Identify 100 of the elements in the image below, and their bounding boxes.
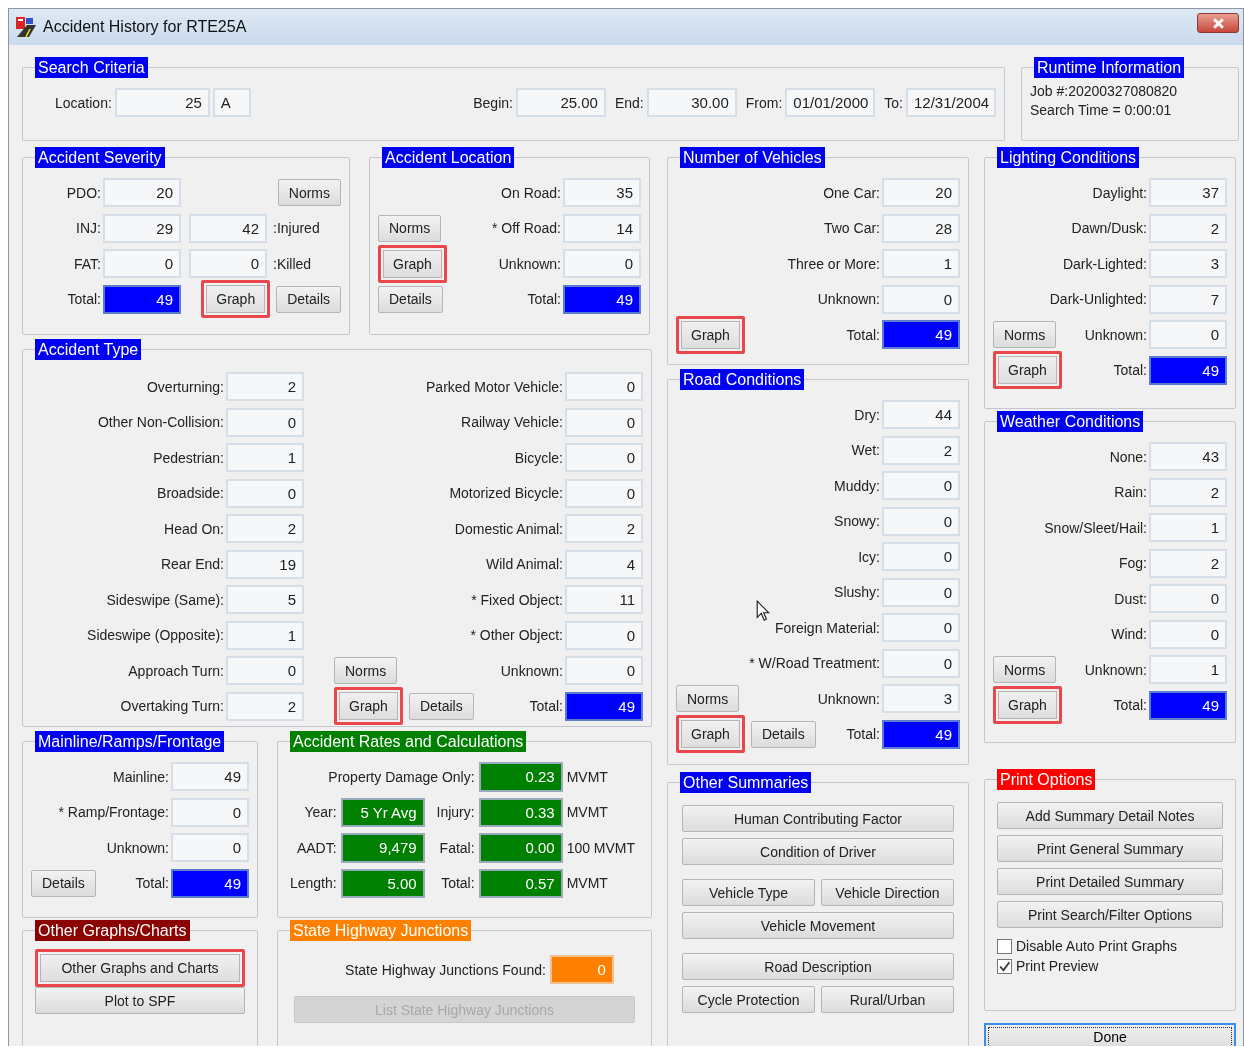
push-button[interactable]: Graph [993, 351, 1062, 390]
field-label: Fatal: [438, 839, 475, 856]
field-label: Unknown: [817, 291, 881, 308]
field-label: Pedestrian: [153, 449, 225, 466]
checkbox-label: Print Preview [1016, 958, 1099, 974]
field-label: * Off Road: [492, 220, 562, 237]
unit-label: MVMT [566, 804, 609, 821]
field-label: Location: [55, 94, 112, 111]
field-label: Head On: [164, 520, 225, 537]
print-button[interactable]: Print Search/Filter Options [997, 901, 1223, 928]
field-label: Motorized Bicycle: [449, 485, 564, 502]
count-field: 2 [1149, 477, 1227, 507]
total-field: 49 [1149, 355, 1227, 385]
push-button[interactable]: Norms [993, 656, 1057, 684]
summary-button[interactable]: Vehicle Direction [821, 879, 954, 906]
push-button[interactable]: Graph [334, 687, 403, 726]
summary-button[interactable]: Human Contributing Factor [682, 805, 954, 832]
field-label: Total: [66, 291, 102, 308]
summary-button[interactable]: Vehicle Movement [682, 912, 954, 939]
count-field: 1 [226, 443, 304, 473]
rate-field: 0.33 [478, 797, 563, 827]
push-button[interactable]: Norms [993, 321, 1057, 349]
count-field: 0 [1149, 320, 1227, 350]
group-title: Accident Type [35, 339, 142, 360]
close-button[interactable] [1197, 13, 1239, 33]
push-button[interactable]: Details [750, 720, 816, 748]
checkbox[interactable]: Print Preview [997, 958, 1223, 974]
count-field: 0 [565, 478, 643, 508]
field-label: Unknown: [498, 255, 562, 272]
count-field: 1 [1149, 513, 1227, 543]
count-field: 0 [226, 478, 304, 508]
field-label: Injury: [435, 804, 475, 821]
count-field: 0 [1149, 619, 1227, 649]
total-field: 49 [1149, 690, 1227, 720]
field-label: Begin: [473, 94, 513, 111]
summary-button[interactable]: Vehicle Type [682, 879, 815, 906]
field-label: Overtaking Turn: [120, 698, 225, 715]
unit-label: MVMT [566, 768, 609, 785]
field-label: Total: [527, 291, 562, 308]
count-field: 35 [563, 178, 641, 208]
push-button[interactable]: Details [276, 285, 341, 313]
field-label: Total: [846, 726, 881, 743]
rate-field: 0.57 [478, 868, 563, 898]
push-button[interactable]: Norms [378, 214, 442, 242]
count-field: 0 [565, 372, 643, 402]
field-label: Broadside: [157, 485, 225, 502]
push-button[interactable]: Norms [676, 685, 740, 713]
group-title: Accident Rates and Calculations [290, 731, 527, 752]
total-field: 49 [565, 691, 643, 721]
push-button[interactable]: Plot to SPF [35, 987, 245, 1014]
count-field: 7 [1149, 284, 1227, 314]
push-button[interactable]: Graph [676, 315, 745, 354]
count-field: 42 [189, 213, 267, 243]
field-label: Unknown: [817, 690, 881, 707]
count-field: 0 [103, 249, 181, 279]
done-button[interactable]: Done [984, 1023, 1236, 1046]
print-button[interactable]: Add Summary Detail Notes [997, 802, 1223, 829]
push-button[interactable]: Details [408, 692, 474, 720]
count-field: 0 [565, 443, 643, 473]
push-button[interactable]: Graph [676, 715, 745, 754]
push-button[interactable]: Graph [201, 280, 271, 319]
push-button[interactable]: Details [378, 285, 443, 313]
checkbox-box[interactable] [997, 958, 1012, 974]
field-label: Bicycle: [514, 449, 564, 466]
rate-field: 5.00 [340, 868, 425, 898]
group-title: Runtime Information [1034, 57, 1185, 78]
summary-button[interactable]: Cycle Protection [682, 986, 815, 1013]
checkbox-box[interactable] [997, 938, 1012, 954]
field-label: State Highway Junctions Found: [345, 961, 546, 978]
count-field: 44 [882, 400, 960, 430]
summary-button[interactable]: Condition of Driver [682, 838, 954, 865]
push-button[interactable]: Details [31, 869, 96, 897]
rate-field: 5 Yr Avg [340, 797, 425, 827]
suffix-field: A [212, 88, 251, 117]
print-button[interactable]: Print General Summary [997, 835, 1223, 862]
field-label: Domestic Animal: [454, 520, 564, 537]
field-label: Property Damage Only: [327, 768, 475, 785]
field-label: Rear End: [160, 556, 225, 573]
checkbox[interactable]: Disable Auto Print Graphs [997, 938, 1223, 954]
push-button[interactable]: Graph [993, 686, 1062, 725]
count-field: 2 [226, 372, 304, 402]
count-field: 29 [103, 213, 181, 243]
print-button[interactable]: Print Detailed Summary [997, 868, 1223, 895]
field-label: Three or More: [787, 255, 881, 272]
summary-button[interactable]: Rural/Urban [821, 986, 954, 1013]
count-field: 1 [1149, 655, 1227, 685]
count-field: 0 [226, 407, 304, 437]
count-field: 2 [226, 514, 304, 544]
push-button[interactable]: Norms [277, 179, 341, 207]
push-button[interactable]: Graph [378, 244, 447, 283]
count-field: 0 [565, 407, 643, 437]
summary-button[interactable]: Road Description [682, 953, 954, 980]
count-field: 1 [226, 620, 304, 650]
count-field: 2 [226, 691, 304, 721]
push-button[interactable]: Other Graphs and Charts [35, 949, 245, 987]
count-field: 14 [563, 213, 641, 243]
field-label: Railway Vehicle: [461, 414, 564, 431]
push-button[interactable]: Norms [334, 657, 398, 685]
count-field: 0 [226, 656, 304, 686]
runtime-text: Search Time = 0:00:01 [1030, 101, 1173, 120]
